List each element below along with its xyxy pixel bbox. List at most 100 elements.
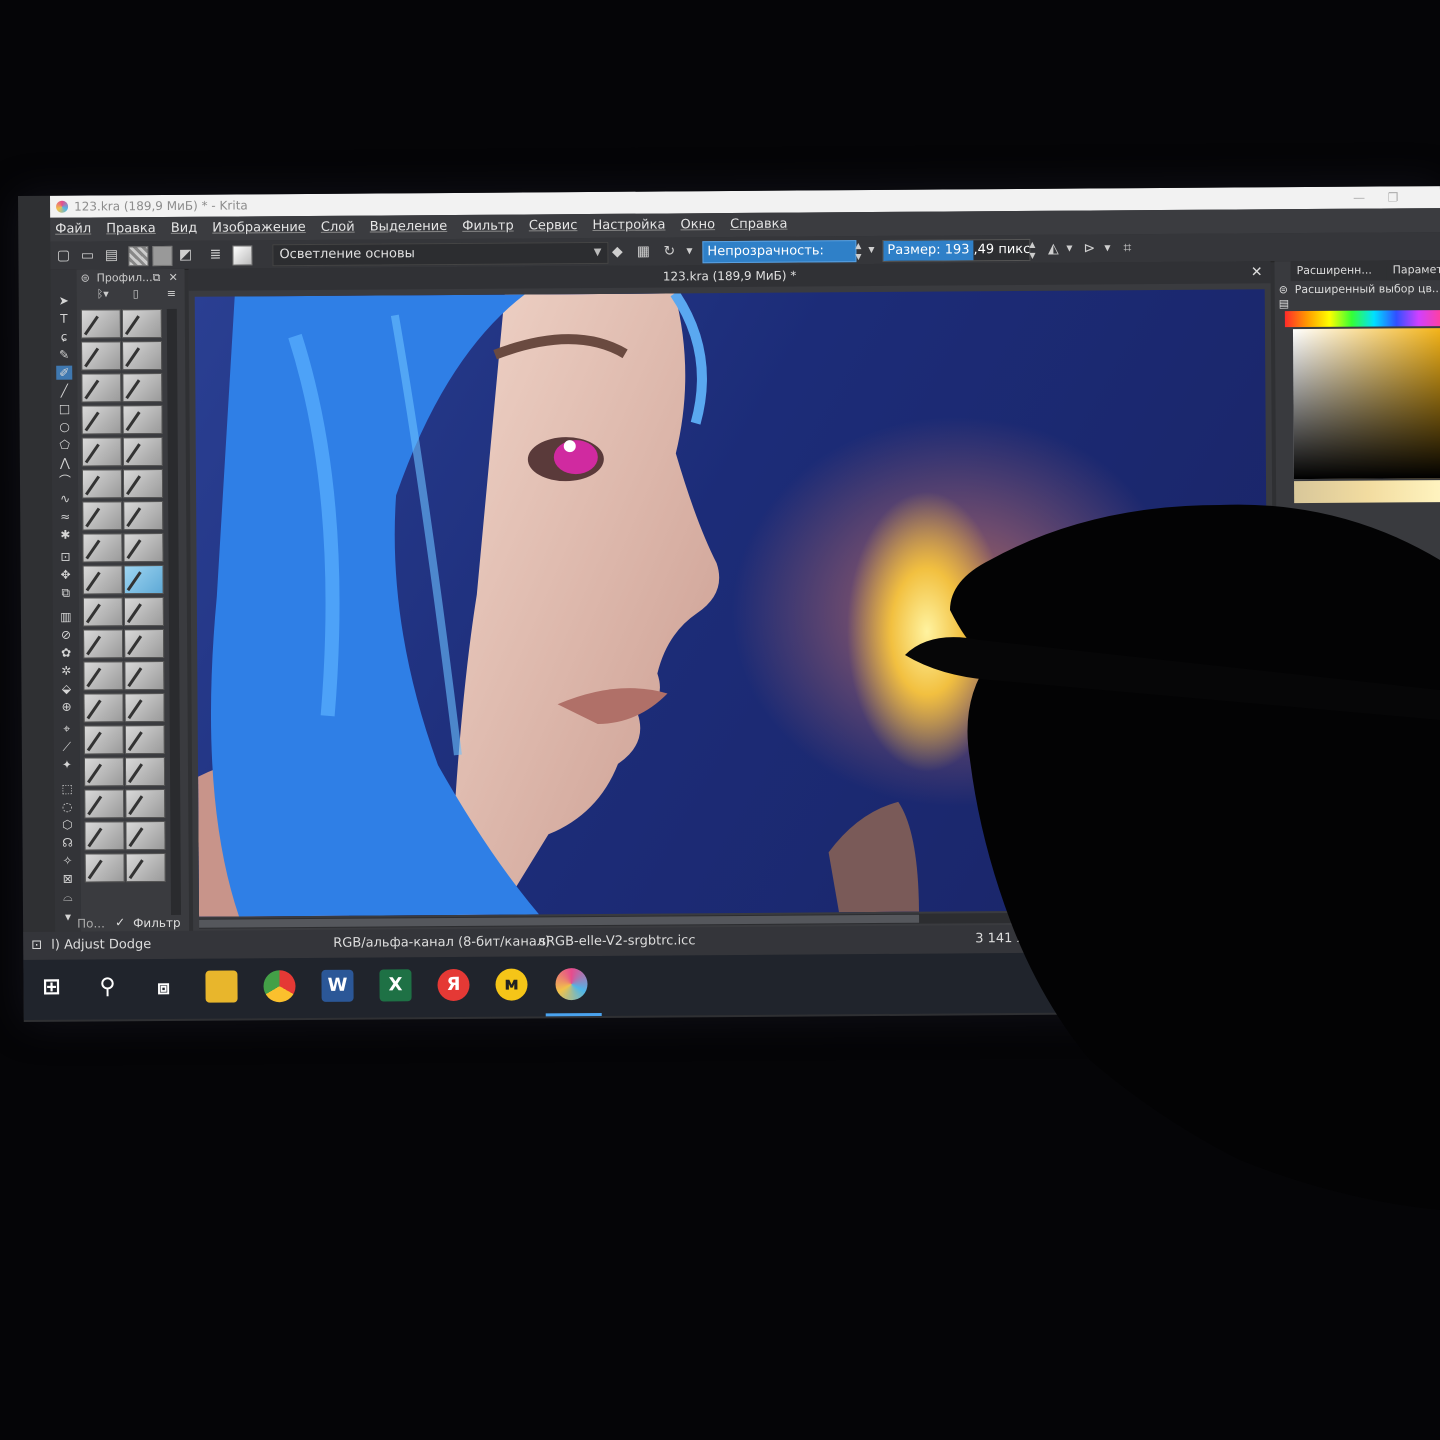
brush-preset-tile[interactable] (81, 341, 122, 371)
brush-preset-tile[interactable] (123, 500, 164, 531)
brush-preset-tile[interactable] (125, 820, 166, 851)
painting-canvas[interactable] (194, 289, 1270, 917)
smart-patch-icon[interactable]: ✲ (58, 664, 74, 678)
blend-mode-select[interactable]: Осветление основы ▼ (272, 241, 609, 267)
pattern-swatch[interactable] (152, 245, 173, 267)
brush-preset-tile[interactable] (122, 436, 163, 467)
brush-preset-tile[interactable] (82, 533, 123, 563)
fill-tool-icon[interactable]: ⬙ (58, 682, 74, 696)
brush-preset-tile[interactable] (122, 404, 163, 435)
brush-preset-tile[interactable] (124, 660, 165, 691)
brush-preset-tile[interactable] (84, 821, 125, 851)
brush-preset-tile[interactable] (123, 532, 164, 563)
reload-preset-icon[interactable]: ↻ (660, 242, 678, 260)
brush-preset-tile[interactable] (124, 756, 166, 787)
chrome-icon[interactable] (263, 970, 296, 1003)
polygon-tool-icon[interactable]: ⬠ (57, 438, 73, 452)
gradient-swatch[interactable] (128, 246, 149, 267)
transform-tool-icon[interactable]: ⧉ (58, 586, 74, 600)
brush-preset-tile[interactable] (121, 308, 162, 339)
text-tool-icon[interactable]: T (56, 312, 72, 326)
word-icon[interactable]: W (321, 969, 354, 1002)
reference-images-icon[interactable]: ⟋ (59, 740, 75, 754)
menu-layer[interactable]: Слой (316, 216, 360, 240)
new-document-icon[interactable]: ▢ (54, 247, 72, 265)
save-document-icon[interactable]: ▤ (102, 246, 120, 264)
ellipse-tool-icon[interactable]: ○ (57, 420, 73, 434)
move-tool-icon[interactable]: ✥ (58, 568, 74, 582)
menu-file[interactable]: Файл (50, 217, 96, 241)
brush-preset-tile[interactable] (124, 724, 165, 755)
freehand-brush-icon[interactable]: ✐ (56, 365, 73, 380)
colorize-mask-icon[interactable]: ✿ (58, 646, 74, 660)
presets-profile-label[interactable]: Профил... (97, 271, 153, 284)
calligraphy-icon[interactable]: ɕ (56, 330, 72, 344)
brush-preset-tile[interactable] (122, 340, 163, 371)
brush-preset-tile[interactable] (83, 661, 124, 691)
color-sampler-icon[interactable]: ⊘ (58, 628, 74, 642)
tab-tool-options[interactable]: Парамет (1386, 259, 1440, 281)
krita-taskbar-icon[interactable] (555, 968, 588, 1001)
search-icon[interactable]: ⚲ (91, 971, 123, 1003)
bezier-select-icon[interactable]: ⌓ (60, 890, 76, 904)
task-view-icon[interactable]: ⧈ (147, 971, 179, 1003)
search-input[interactable]: По... (77, 916, 105, 930)
open-document-icon[interactable]: ▭ (78, 246, 96, 264)
size-slider[interactable]: Размер: 193,49 пикс. (882, 238, 1031, 262)
size-spinner[interactable]: ▲ ▼ (1026, 239, 1038, 261)
brush-preset-tile[interactable] (81, 405, 122, 435)
polyline-tool-icon[interactable]: ⋀ (57, 456, 73, 470)
saturation-value-square[interactable] (1292, 328, 1440, 480)
bezier-tool-icon[interactable]: ⌒ (57, 474, 73, 488)
brush-preset-tile[interactable] (123, 596, 165, 627)
assistant-tool-icon[interactable]: ⊕ (59, 700, 75, 714)
brush-preset-tile[interactable] (83, 757, 125, 787)
mirror-vertical-icon[interactable]: ⊳ (1080, 239, 1098, 257)
menu-settings[interactable]: Настройка (587, 213, 670, 238)
menu-window[interactable]: Окно (675, 213, 720, 237)
color-history-strip[interactable] (1294, 480, 1440, 504)
brush-preset-tile[interactable] (81, 373, 122, 403)
edit-shapes-icon[interactable]: ✎ (56, 348, 72, 362)
menu-filter[interactable]: Фильтр (457, 215, 519, 239)
brush-preset-tile[interactable] (125, 852, 166, 883)
rectangle-tool-icon[interactable]: □ (56, 402, 72, 416)
brush-preset-tile[interactable] (124, 692, 165, 723)
contiguous-select-icon[interactable]: ✧ (60, 854, 76, 868)
layers-collapse-icon[interactable]: ⊖ (1290, 529, 1299, 542)
menu-tools[interactable]: Сервис (524, 214, 583, 238)
brush-preset-swatch[interactable] (232, 245, 253, 266)
excel-icon[interactable]: X (379, 969, 412, 1002)
brush-preset-tile[interactable] (82, 565, 123, 595)
brush-preset-tile[interactable] (81, 469, 123, 499)
menu-view[interactable]: Вид (166, 217, 203, 241)
brush-preset-tile[interactable] (123, 564, 164, 595)
multibrush-icon[interactable]: ✱ (57, 528, 73, 542)
brush-preset-tile[interactable] (84, 853, 125, 883)
alpha-lock-icon[interactable]: ▦ (634, 243, 652, 261)
brush-preset-tile[interactable] (83, 693, 124, 723)
menu-select[interactable]: Выделение (365, 215, 453, 240)
measure-tool-icon[interactable]: ⌖ (59, 722, 75, 736)
brush-preset-tile[interactable] (122, 372, 163, 403)
chevron-down-icon[interactable]: ▼ (1098, 239, 1116, 257)
list-icon[interactable]: ≡ (167, 287, 176, 300)
polygon-select-icon[interactable]: ⬡ (59, 818, 75, 832)
brush-preset-tile[interactable] (82, 501, 123, 531)
media-app-icon[interactable]: м (495, 968, 528, 1001)
brush-preset-tile[interactable] (82, 597, 124, 627)
menu-edit[interactable]: Правка (101, 217, 161, 241)
gradient-tool-icon[interactable]: ▥ (58, 610, 74, 624)
tab-advanced-color[interactable]: Расширенн... (1290, 260, 1393, 282)
view-mode-icon[interactable]: ▯ (133, 287, 139, 300)
filter-label[interactable]: Фильтр (133, 916, 181, 930)
maximize-button[interactable]: ❐ (1376, 186, 1410, 208)
layer-opacity-slider[interactable]: ость: 96% (1374, 570, 1440, 589)
menu-image[interactable]: Изображение (207, 216, 311, 241)
yandex-browser-icon[interactable]: Я (437, 968, 470, 1002)
chevron-down-icon[interactable]: ▼ (862, 241, 880, 259)
brush-preset-tile[interactable] (80, 309, 121, 339)
windows-start-icon[interactable]: ⊞ (35, 972, 67, 1004)
close-icon[interactable]: ✕ (1251, 261, 1263, 283)
brush-settings-icon[interactable]: ≣ (206, 246, 224, 264)
